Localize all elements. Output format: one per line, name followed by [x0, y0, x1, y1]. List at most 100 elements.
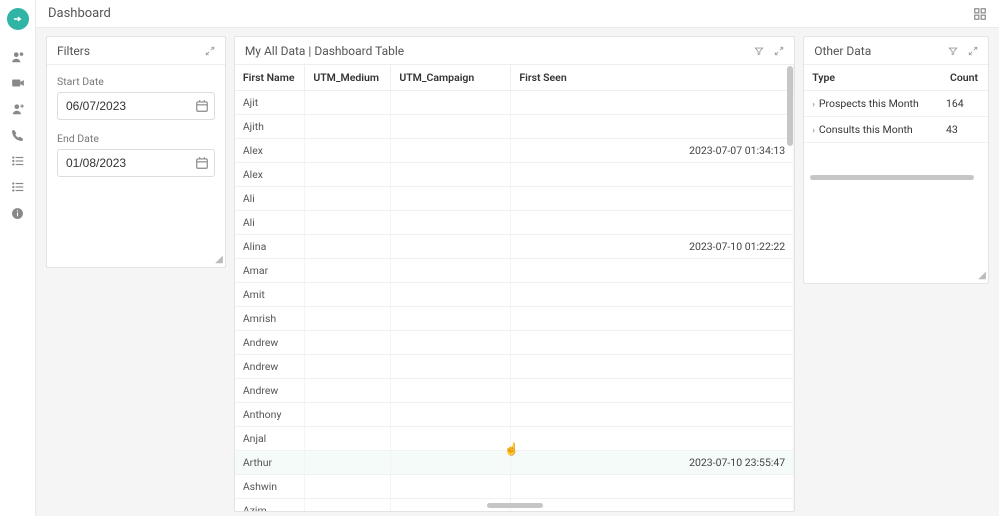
table-row[interactable]: Amar [235, 259, 794, 283]
cell-utm-campaign [391, 259, 511, 283]
table-row[interactable]: Andrew [235, 379, 794, 403]
col-utm-campaign[interactable]: UTM_Campaign [391, 65, 511, 91]
table-row[interactable]: Arthur 2023-07-10 23:55:47 [235, 451, 794, 475]
cell-count: 43 [942, 117, 988, 143]
nav-info-icon[interactable] [10, 205, 26, 221]
other-data-title: Other Data [814, 44, 871, 58]
horizontal-scrollbar[interactable] [810, 175, 974, 180]
table-row[interactable]: › Consults this Month 43 [804, 117, 988, 143]
cell-utm-campaign [391, 331, 511, 355]
expand-icon[interactable] [968, 46, 978, 56]
main-table-scroll[interactable]: First Name UTM_Medium UTM_Campaign First… [235, 65, 794, 511]
layout-grid-icon[interactable] [973, 7, 987, 21]
vertical-scrollbar[interactable] [787, 66, 793, 146]
nav-list2-icon[interactable] [10, 179, 26, 195]
nav-list-icon[interactable] [10, 153, 26, 169]
cell-utm-campaign [391, 235, 511, 259]
nav-phone-icon[interactable] [10, 127, 26, 143]
cell-first-seen [511, 187, 794, 211]
main-data-card: My All Data | Dashboard Table First Name… [234, 36, 795, 512]
horizontal-scrollbar[interactable] [487, 503, 543, 508]
cell-first-name: Alex [235, 139, 305, 163]
chevron-right-icon[interactable]: › [812, 100, 815, 110]
table-row[interactable]: Ajith [235, 115, 794, 139]
cell-utm-medium [305, 211, 391, 235]
filter-icon[interactable] [754, 46, 764, 56]
col-type[interactable]: Type [804, 65, 942, 91]
resize-handle[interactable]: ◢ [976, 271, 986, 281]
cell-utm-medium [305, 355, 391, 379]
cell-first-name: Ajit [235, 91, 305, 115]
col-first-name[interactable]: First Name [235, 65, 305, 91]
cell-first-name: Alina [235, 235, 305, 259]
table-row[interactable]: Anjal [235, 427, 794, 451]
table-row[interactable]: ›Prospects this Month164 [804, 91, 988, 117]
table-row[interactable]: Amit [235, 283, 794, 307]
table-row[interactable]: Andrew [235, 331, 794, 355]
cell-first-seen [511, 475, 794, 499]
table-row[interactable]: Alex [235, 163, 794, 187]
chevron-right-icon[interactable]: › [812, 126, 815, 136]
cell-first-seen [511, 163, 794, 187]
type-label: Consults this Month [819, 123, 913, 136]
table-row[interactable]: Amrish [235, 307, 794, 331]
cell-utm-medium [305, 475, 391, 499]
cell-utm-medium [305, 451, 391, 475]
workspace: Filters Start Date End Date [36, 28, 999, 516]
cell-first-name: Amar [235, 259, 305, 283]
other-data-table: Type Count ›Prospects this Month164›Cons… [804, 65, 988, 143]
cell-utm-medium [305, 139, 391, 163]
cell-first-seen [511, 307, 794, 331]
end-date-label: End Date [57, 132, 215, 145]
expand-icon[interactable] [774, 46, 784, 56]
table-row[interactable]: Ajit [235, 91, 794, 115]
cell-utm-campaign [391, 115, 511, 139]
cell-utm-medium [305, 187, 391, 211]
nav-add-user-icon[interactable] [10, 101, 26, 117]
cell-utm-medium [305, 331, 391, 355]
cell-utm-campaign [391, 403, 511, 427]
cell-first-seen: 2023-07-10 23:55:47 [511, 451, 794, 475]
col-first-seen[interactable]: First Seen [511, 65, 794, 91]
start-date-input[interactable] [57, 92, 215, 120]
end-date-input[interactable] [57, 149, 215, 177]
table-row[interactable]: Andrew [235, 355, 794, 379]
table-row[interactable]: Alex2023-07-07 01:34:13 [235, 139, 794, 163]
cell-first-name: Ali [235, 187, 305, 211]
cell-utm-medium [305, 499, 391, 512]
cell-first-name: Anjal [235, 427, 305, 451]
type-label: Prospects this Month [819, 97, 919, 110]
cell-utm-medium [305, 91, 391, 115]
filter-icon[interactable] [948, 46, 958, 56]
cell-utm-campaign [391, 163, 511, 187]
cell-first-seen [511, 355, 794, 379]
page-title: Dashboard [48, 6, 111, 21]
table-row[interactable]: Ashwin [235, 475, 794, 499]
cell-first-seen [511, 427, 794, 451]
table-row[interactable]: Ali [235, 211, 794, 235]
expand-icon[interactable] [205, 46, 215, 56]
cell-first-seen [511, 331, 794, 355]
nav-video-icon[interactable] [10, 75, 26, 91]
col-utm-medium[interactable]: UTM_Medium [305, 65, 391, 91]
table-row[interactable]: Ali [235, 187, 794, 211]
cell-first-seen [511, 115, 794, 139]
cell-utm-medium [305, 235, 391, 259]
cell-first-seen [511, 259, 794, 283]
app-logo[interactable] [7, 8, 29, 30]
col-count[interactable]: Count [942, 65, 988, 91]
cell-utm-medium [305, 427, 391, 451]
cell-utm-campaign [391, 139, 511, 163]
table-row[interactable]: Alina2023-07-10 01:22:22 [235, 235, 794, 259]
cell-utm-campaign [391, 475, 511, 499]
cell-utm-campaign [391, 91, 511, 115]
cell-first-seen [511, 379, 794, 403]
cell-utm-campaign [391, 451, 511, 475]
cell-first-name: Arthur [235, 451, 305, 475]
resize-handle[interactable]: ◢ [213, 255, 223, 265]
table-row[interactable]: Anthony [235, 403, 794, 427]
cell-first-name: Alex [235, 163, 305, 187]
cell-utm-campaign [391, 307, 511, 331]
cell-utm-medium [305, 115, 391, 139]
nav-users-icon[interactable] [10, 49, 26, 65]
